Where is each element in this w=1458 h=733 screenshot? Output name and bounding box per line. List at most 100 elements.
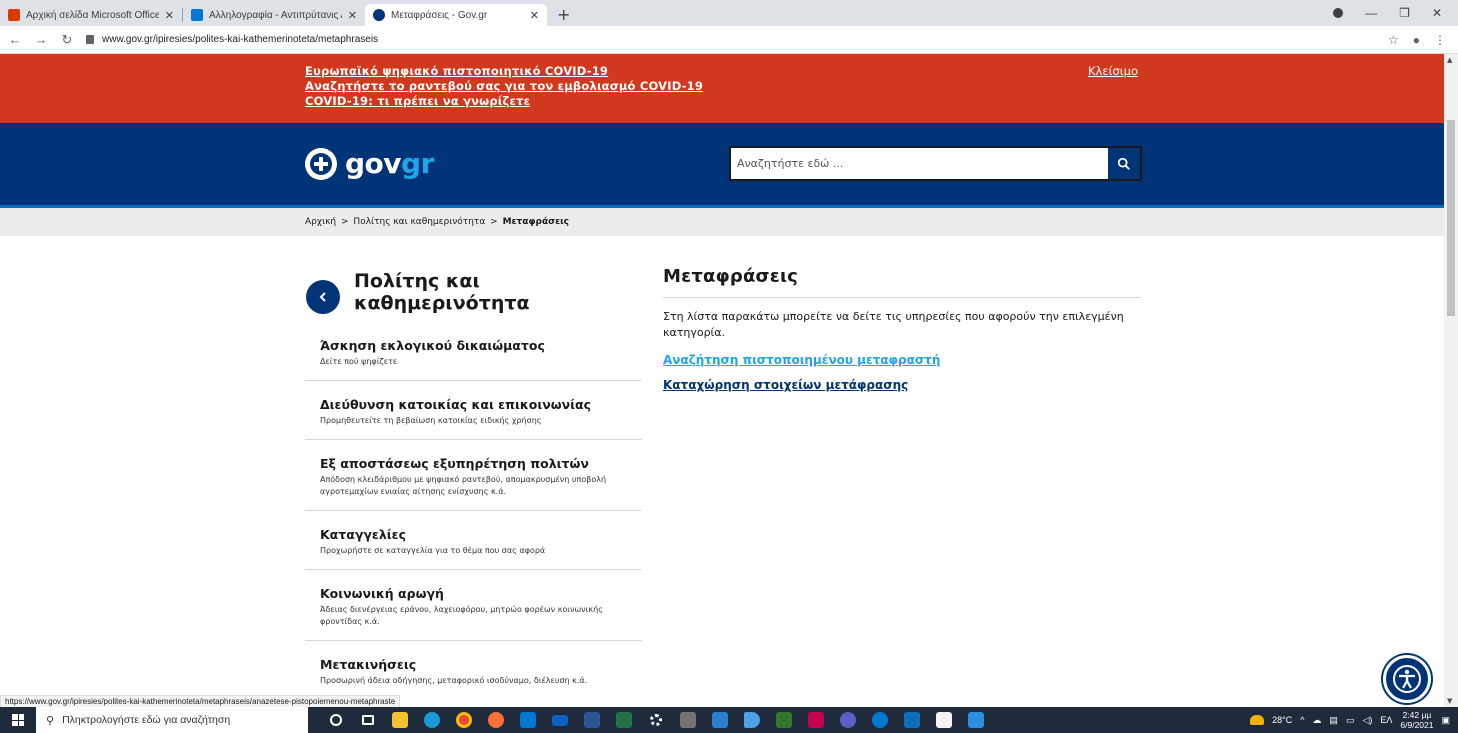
browser-tab-active[interactable]: Μεταφράσεις - Gov.gr ✕ [365,4,547,26]
reload-icon[interactable]: ↻ [56,32,78,48]
chat-icon[interactable] [864,707,896,733]
url-text: www.gov.gr/ipiresies/polites-kai-katheme… [102,34,379,45]
address-bar[interactable]: www.gov.gr/ipiresies/polites-kai-katheme… [86,29,1388,51]
start-button[interactable] [0,707,36,733]
new-tab-icon[interactable]: + [557,5,570,24]
project-icon[interactable] [768,707,800,733]
teams-icon[interactable] [832,707,864,733]
outlook-favicon-icon [191,9,203,21]
taskbar-search-placeholder: Πληκτρολογήστε εδώ για αναζήτηση [62,714,231,726]
store-icon[interactable] [928,707,960,733]
sidebar-item-title: Διεύθυνση κατοικίας και επικοινωνίας [320,397,591,412]
service-link-translation-registration[interactable]: Καταχώρηση στοιχείων μετάφρασης [663,378,1141,392]
sidebar-item[interactable]: Καταγγελίες Προχωρήστε σε καταγγελία για… [305,511,642,570]
restore-icon[interactable]: ❐ [1399,6,1410,20]
page-scrollbar[interactable]: ▲ ▼ [1444,54,1458,707]
browser-tab[interactable]: Αλληλογραφία - Αντιπρύτανις Α ✕ [183,4,365,26]
sidebar-item-title: Κοινωνική αρωγή [320,586,444,601]
forward-arrow-icon[interactable]: → [30,32,52,47]
sidebar-item[interactable]: Μετακινήσεις Προσωρινή άδεια οδήγησης, μ… [305,641,642,699]
page-content: Πολίτης και καθημερινότητα Άσκηση εκλογι… [0,236,1444,707]
remote-desktop-icon[interactable] [704,707,736,733]
app-arrow-icon[interactable] [736,707,768,733]
scroll-up-icon[interactable]: ▲ [1447,56,1452,64]
back-arrow-icon[interactable]: ← [4,32,26,47]
notifications-icon[interactable]: ▣ [1441,715,1450,726]
menu-dots-icon[interactable]: ⋮ [1434,33,1446,47]
breadcrumb-section[interactable]: Πολίτης και καθημερινότητα [353,217,485,227]
windows-taskbar: ⚲ Πληκτρολογήστε εδώ για αναζήτηση 28°C … [0,707,1458,733]
volume-icon[interactable]: ◁) [1362,715,1372,726]
alert-close-link[interactable]: Κλείσιμο [1088,64,1138,78]
search-button[interactable] [1108,148,1140,179]
onedrive-icon[interactable]: ☁ [1312,715,1321,726]
service-link-translator-search[interactable]: Αναζήτηση πιστοποιημένου μεταφραστή [663,353,1141,367]
chrome-icon[interactable] [448,707,480,733]
mail-icon[interactable] [544,707,576,733]
taskbar-search[interactable]: ⚲ Πληκτρολογήστε εδώ για αναζήτηση [36,707,308,733]
sidebar-item[interactable]: Εξ αποστάσεως εξυπηρέτηση πολιτών Απόδοσ… [305,440,642,511]
logo-text: govgr [345,147,434,180]
breadcrumb-current: Μεταφράσεις [502,217,569,227]
sidebar-item[interactable]: Κοινωνική αρωγή Άδειας διενέργειας εράνο… [305,570,642,641]
close-tab-icon[interactable]: ✕ [530,9,539,22]
scroll-down-icon[interactable]: ▼ [1447,697,1452,705]
display-icon[interactable]: ▭ [1346,715,1355,726]
accessibility-icon [1393,665,1421,693]
search-input[interactable] [731,148,1108,179]
breadcrumb: Αρχική > Πολίτης και καθημερινότητα > Με… [305,217,571,227]
accessibility-button[interactable] [1383,655,1431,703]
alert-link-info[interactable]: COVID-19: τι πρέπει να γνωρίζετε [305,94,703,109]
system-tray: 28°C ^ ☁ ▤ ▭ ◁) ΕΛ 2:42 μμ 6/9/2021 ▣ [1250,710,1458,730]
calculator-icon[interactable] [672,707,704,733]
sidebar-item-desc: Προμηθευτείτε τη βεβαίωση κατοικίας ειδι… [320,416,542,425]
browser-tab[interactable]: Αρχική σελίδα Microsoft Office ✕ [0,4,182,26]
profile-icon[interactable] [1333,8,1344,18]
alert-link-vaccination[interactable]: Αναζητήστε το ραντεβού σας για τον εμβολ… [305,79,703,94]
back-button[interactable] [306,280,340,314]
intro-text: Στη λίστα παρακάτω μπορείτε να δείτε τις… [663,310,1124,339]
govgr-favicon-icon [373,9,385,21]
word-icon[interactable] [576,707,608,733]
whiteboard-icon[interactable] [960,707,992,733]
file-explorer-icon[interactable] [384,707,416,733]
network-icon[interactable]: ▤ [1329,715,1338,726]
close-tab-icon[interactable]: ✕ [348,9,357,22]
clock-time: 2:42 μμ [1402,710,1432,720]
clock[interactable]: 2:42 μμ 6/9/2021 [1400,710,1433,730]
breadcrumb-home[interactable]: Αρχική [305,217,336,227]
browser-tab-strip: Αρχική σελίδα Microsoft Office ✕ Αλληλογ… [0,0,1458,26]
sidebar-item-title: Άσκηση εκλογικού δικαιώματος [320,338,545,353]
window-controls: — ❐ ✕ [1333,0,1458,26]
site-search [729,146,1142,181]
scroll-thumb[interactable] [1447,120,1455,316]
breadcrumb-separator: > [490,217,498,227]
minimize-icon[interactable]: — [1365,6,1377,20]
bookmark-star-icon[interactable]: ☆ [1388,33,1399,47]
settings-icon[interactable] [640,707,672,733]
tray-chevron-icon[interactable]: ^ [1300,715,1304,725]
main-column: Μεταφράσεις Στη λίστα παρακάτω μπορείτε … [663,266,1141,392]
edge-icon[interactable] [416,707,448,733]
outlook-icon[interactable] [512,707,544,733]
excel-icon[interactable] [608,707,640,733]
cortana-icon[interactable] [320,707,352,733]
govgr-logo[interactable]: govgr [305,147,434,180]
tab-title: Αρχική σελίδα Microsoft Office [26,9,159,21]
task-view-icon[interactable] [352,707,384,733]
stream-icon[interactable] [800,707,832,733]
close-window-icon[interactable]: ✕ [1432,6,1442,20]
calendar-icon[interactable] [896,707,928,733]
weather-temp[interactable]: 28°C [1272,715,1292,725]
weather-icon[interactable] [1250,715,1265,725]
alert-link-certificate[interactable]: Ευρωπαϊκό ψηφιακό πιστοποιητικό COVID-19 [305,64,703,79]
language-indicator[interactable]: ΕΛ [1380,715,1392,725]
sidebar-item[interactable]: Άσκηση εκλογικού δικαιώματος Δείτε πού ψ… [305,324,642,381]
site-header: govgr [0,123,1444,208]
browser-toolbar: ← → ↻ www.gov.gr/ipiresies/polites-kai-k… [0,26,1458,54]
firefox-icon[interactable] [480,707,512,733]
search-icon: ⚲ [46,714,55,727]
sidebar-item[interactable]: Διεύθυνση κατοικίας και επικοινωνίας Προ… [305,381,642,440]
close-tab-icon[interactable]: ✕ [165,9,174,22]
account-icon[interactable]: ● [1413,33,1420,47]
